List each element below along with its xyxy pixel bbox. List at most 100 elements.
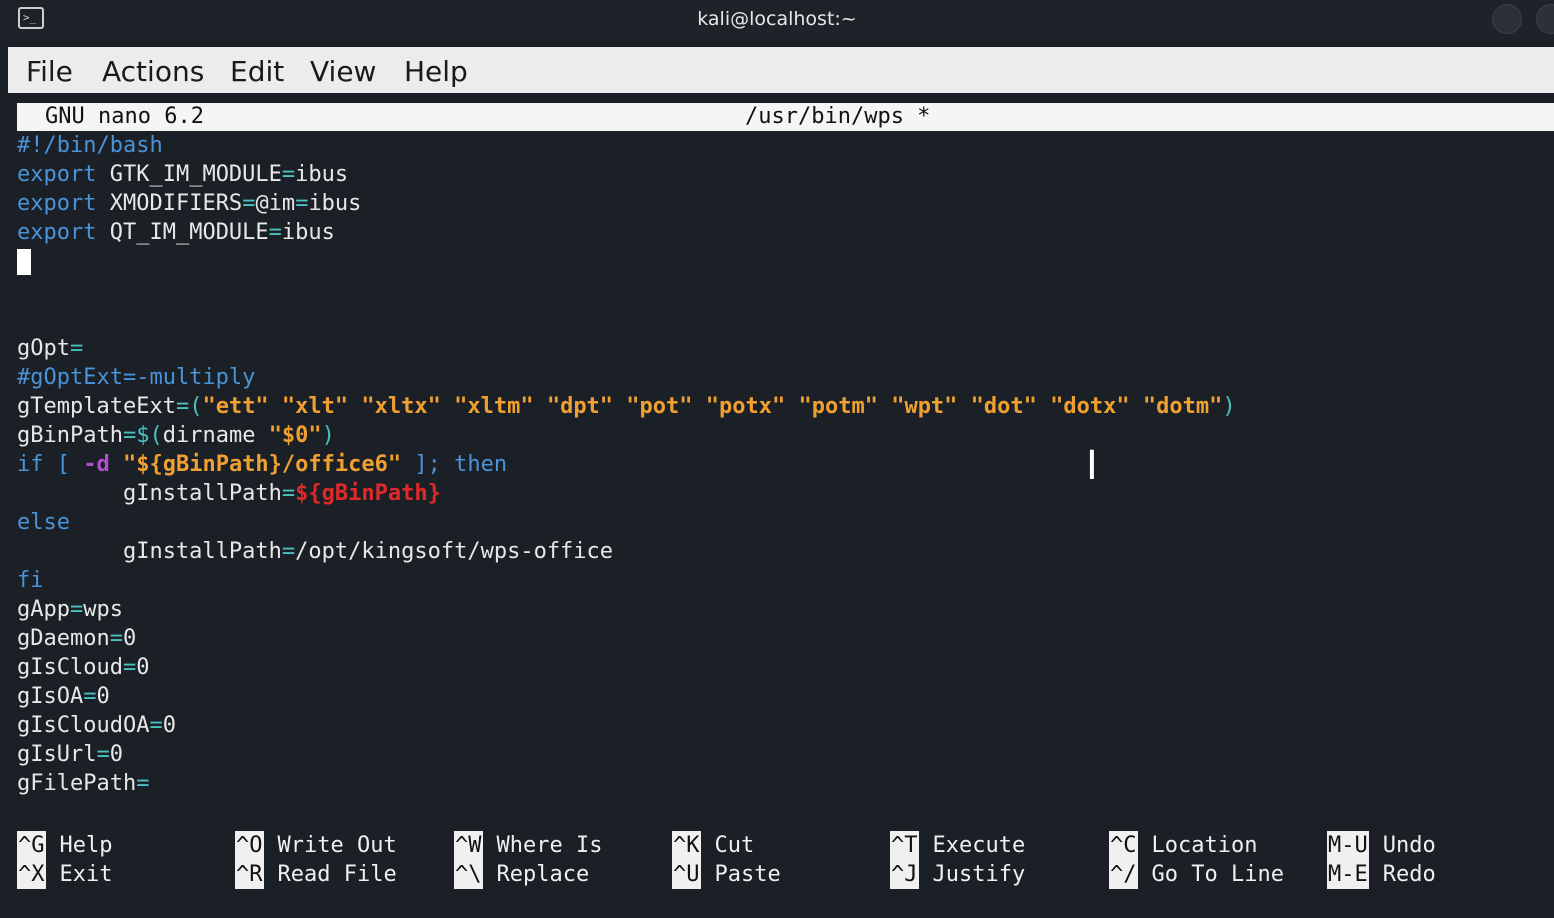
menu-help[interactable]: Help — [404, 55, 468, 88]
menu-edit[interactable]: Edit — [230, 55, 284, 88]
code-token: = — [83, 684, 97, 709]
shortcut-key: ^G — [17, 831, 46, 860]
shortcut-label: Exit — [59, 862, 113, 887]
shortcut-key: ^K — [672, 831, 701, 860]
code-token: fi — [17, 568, 44, 593]
code-token: ) — [1222, 394, 1236, 419]
code-token: = — [96, 742, 110, 767]
nano-version: GNU nano 6.2 — [45, 104, 204, 129]
shortcut-item: ^O Write Out — [235, 831, 397, 860]
nano-filename: /usr/bin/wps * — [745, 104, 931, 129]
shortcut-key: ^O — [235, 831, 264, 860]
shortcut-item: ^X Exit — [17, 860, 112, 889]
shortcut-item: ^C Location — [1109, 831, 1257, 860]
shortcut-key: ^U — [672, 860, 701, 889]
terminal-area[interactable]: GNU nano 6.2 /usr/bin/wps * #!/bin/bash e… — [8, 95, 1554, 918]
shortcut-label: Undo — [1382, 833, 1436, 858]
shortcut-key: ^X — [17, 860, 46, 889]
code-token: ibus — [308, 191, 362, 216]
code-line: export QT_IM_MODULE=ibus — [17, 218, 335, 247]
code-token: ) — [321, 423, 335, 448]
code-line: gIsOA=0 — [17, 682, 110, 711]
code-token: =( — [175, 394, 203, 419]
code-token: ibus — [295, 162, 349, 187]
code-token: 0 — [162, 713, 176, 738]
code-token: gIsCloudOA — [17, 713, 150, 738]
nano-header-bar: GNU nano 6.2 /usr/bin/wps * — [17, 103, 1554, 131]
code-token: gDaemon — [17, 626, 110, 651]
code-line: #!/bin/bash — [17, 131, 163, 160]
code-token: ]; then — [401, 452, 508, 477]
shortcut-item: ^J Justify — [890, 860, 1025, 889]
code-line: gApp=wps — [17, 595, 123, 624]
shortcut-label: Execute — [932, 833, 1026, 858]
shortcut-item: ^\ Replace — [454, 860, 589, 889]
shortcut-key: ^C — [1109, 831, 1138, 860]
code-token: ibus — [281, 220, 335, 245]
shortcut-key: ^T — [890, 831, 919, 860]
code-line: else — [17, 508, 70, 537]
code-token: 0 — [96, 684, 110, 709]
nano-shortcut-bar: ^G Help ^O Write Out ^W Where Is ^K Cut ^T Execut… — [17, 831, 1554, 891]
code-line: fi — [17, 566, 44, 595]
code-token: if [ — [17, 452, 84, 477]
code-line: export GTK_IM_MODULE=ibus — [17, 160, 348, 189]
code-token: #!/bin/bash — [17, 133, 163, 158]
code-line: gInstallPath=/opt/kingsoft/wps-office — [17, 537, 613, 566]
menu-view[interactable]: View — [310, 55, 376, 88]
shortcut-label: Cut — [714, 833, 755, 858]
code-line: gTemplateExt=("ett" "xlt" "xltx" "xltm" … — [17, 392, 1236, 421]
code-token: else — [17, 510, 70, 535]
menu-actions[interactable]: Actions — [102, 55, 204, 88]
shortcut-label: Go To Line — [1151, 862, 1284, 887]
code-token: @im — [255, 191, 296, 216]
shortcut-label: Where Is — [496, 833, 603, 858]
shortcut-key: ^R — [235, 860, 264, 889]
code-token: XMODIFIERS — [96, 191, 243, 216]
code-token: export — [17, 191, 97, 216]
minimize-button[interactable] — [1492, 4, 1522, 34]
code-token: = — [69, 336, 84, 361]
code-token: = — [295, 191, 309, 216]
code-token: 0 — [136, 655, 150, 680]
code-token: GTK_IM_MODULE — [96, 162, 282, 187]
code-token: = — [122, 655, 137, 680]
code-token: gApp — [17, 597, 70, 622]
code-token: gFilePath — [17, 771, 137, 796]
code-token: = — [268, 220, 282, 245]
window-title: kali@localhost:~ — [697, 8, 857, 30]
code-token: = — [281, 481, 296, 506]
code-token: export — [17, 220, 97, 245]
shortcut-item: ^G Help — [17, 831, 112, 860]
code-token: #gOptExt=-multiply — [17, 365, 256, 390]
shortcut-item: M-U Undo — [1327, 831, 1436, 860]
menu-bar: File Actions Edit View Help — [8, 47, 1554, 93]
text-cursor-ibeam-icon: I — [1086, 443, 1098, 489]
menu-file[interactable]: File — [26, 55, 73, 88]
text-cursor — [17, 249, 31, 275]
shortcut-key: ^/ — [1109, 860, 1138, 889]
code-token: gIsCloud — [17, 655, 123, 680]
code-token: dirname — [162, 423, 269, 448]
code-token: = — [109, 626, 123, 651]
code-token: = — [69, 597, 84, 622]
code-line: gInstallPath=${gBinPath} — [17, 479, 441, 508]
code-line — [17, 247, 31, 276]
shortcut-label: Paste — [714, 862, 781, 887]
code-line: gIsCloudOA=0 — [17, 711, 176, 740]
code-line: if [ -d "${gBinPath}/office6" ]; then — [17, 450, 507, 479]
code-line: gIsCloud=0 — [17, 653, 149, 682]
shortcut-key: ^W — [454, 831, 483, 860]
code-line: gFilePath= — [17, 769, 149, 798]
code-token: /opt/kingsoft/wps-office — [295, 539, 614, 564]
code-token: "${gBinPath}/office6" — [122, 452, 402, 477]
code-line: gDaemon=0 — [17, 624, 136, 653]
code-token: = — [281, 162, 296, 187]
code-line: #gOptExt=-multiply — [17, 363, 255, 392]
shortcut-item: M-E Redo — [1327, 860, 1436, 889]
shortcut-label: Justify — [932, 862, 1026, 887]
code-token: "ett" "xlt" "xltx" "xltm" "dpt" "pot" "p… — [202, 394, 1223, 419]
code-token: gOpt — [17, 336, 70, 361]
code-token: "$0" — [268, 423, 322, 448]
